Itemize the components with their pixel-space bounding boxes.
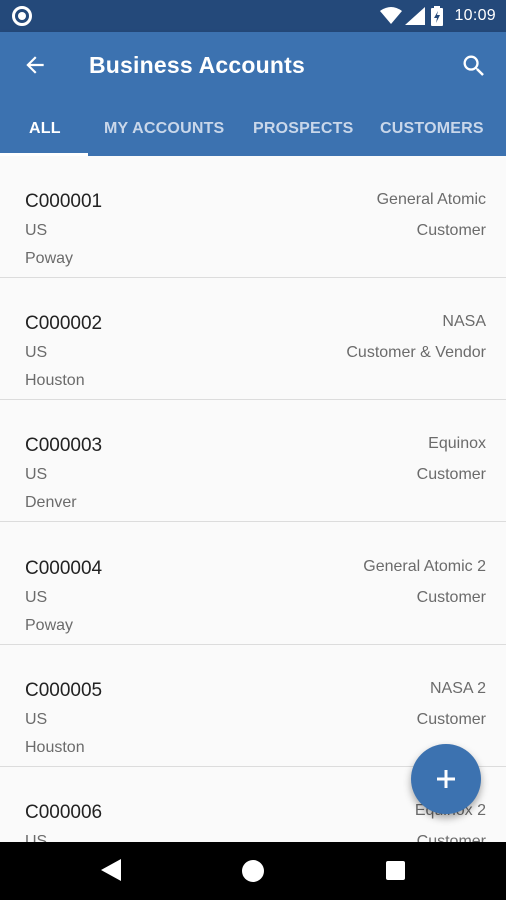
account-type: Customer	[416, 589, 486, 606]
tab-bar: ALL MY ACCOUNTS PROSPECTS CUSTOMERS	[0, 108, 506, 156]
account-city: Denver	[25, 494, 77, 511]
nav-home-icon[interactable]	[242, 860, 264, 882]
status-time: 10:09	[454, 7, 496, 24]
list-item[interactable]: C000002 US Houston NASA Customer & Vendo…	[0, 278, 506, 400]
account-name: NASA 2	[429, 680, 486, 697]
account-city: Houston	[25, 372, 85, 389]
account-type: Customer	[416, 222, 486, 239]
status-bar: 10:09	[0, 0, 506, 32]
account-id: C000004	[25, 558, 103, 579]
account-type: Customer	[416, 711, 486, 728]
account-country: US	[25, 589, 48, 606]
account-country: US	[25, 466, 48, 483]
battery-icon	[431, 6, 443, 26]
account-type: Customer	[416, 466, 486, 483]
account-id: C000002	[25, 313, 103, 334]
account-name: General Atomic	[376, 191, 486, 208]
page-title: Business Accounts	[89, 52, 305, 78]
account-country: US	[25, 222, 48, 239]
nav-recents-icon[interactable]	[386, 861, 405, 880]
list-item[interactable]: C000004 US Poway General Atomic 2 Custom…	[0, 523, 506, 645]
app-bar: Business Accounts ALL MY ACCOUNTS PROSPE…	[0, 32, 506, 156]
tab-all[interactable]: ALL	[29, 120, 61, 138]
plus-icon	[437, 770, 455, 788]
account-id: C000003	[25, 435, 103, 456]
account-name: NASA	[442, 313, 486, 330]
wifi-icon	[380, 7, 402, 24]
account-city: Poway	[25, 250, 74, 267]
nav-back-icon[interactable]	[101, 859, 121, 881]
account-id: C000006	[25, 802, 103, 823]
account-country: US	[25, 344, 48, 361]
account-type: Customer	[416, 833, 486, 842]
add-account-button[interactable]	[411, 744, 481, 814]
account-country: US	[25, 711, 48, 728]
list-item[interactable]: C000001 US Poway General Atomic Customer	[0, 156, 506, 278]
system-nav-bar	[0, 842, 506, 900]
account-type: Customer & Vendor	[346, 344, 486, 361]
tab-prospects[interactable]: PROSPECTS	[253, 120, 354, 138]
account-name: Equinox	[428, 435, 486, 452]
list-item[interactable]: C000003 US Denver Equinox Customer	[0, 400, 506, 522]
account-name: General Atomic 2	[363, 558, 486, 575]
account-id: C000005	[25, 680, 103, 701]
signal-icon	[405, 7, 425, 25]
account-city: Poway	[25, 617, 74, 634]
account-country: US	[25, 833, 48, 842]
account-id: C000001	[25, 191, 103, 212]
arrow-left-icon[interactable]	[22, 52, 48, 78]
tab-my-accounts[interactable]: MY ACCOUNTS	[104, 120, 224, 138]
accounts-list: C000001 US Poway General Atomic Customer…	[0, 156, 506, 842]
search-icon[interactable]	[460, 52, 488, 80]
tab-customers[interactable]: CUSTOMERS	[380, 120, 484, 138]
notification-dot-icon	[12, 6, 32, 26]
account-city: Houston	[25, 739, 85, 756]
